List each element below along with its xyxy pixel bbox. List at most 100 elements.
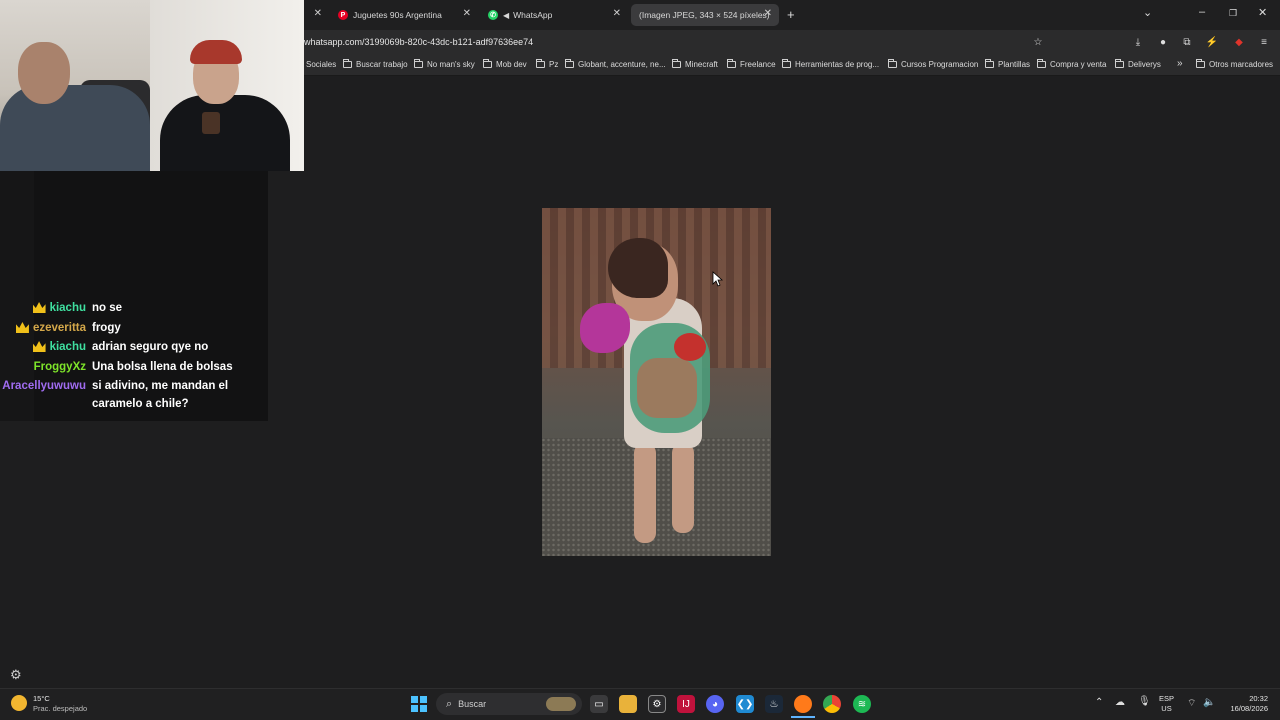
tab-pinterest[interactable]: P Juguetes 90s Argentina ✕ <box>330 4 478 26</box>
folder-icon <box>782 59 791 68</box>
chat-username: Aracellyuwuwu <box>2 380 86 392</box>
close-icon[interactable]: ✕ <box>764 8 772 19</box>
tab-image[interactable]: (Imagen JPEG, 343 × 524 píxeles) ✕ <box>631 4 779 26</box>
bookmark-sociales[interactable]: Sociales <box>306 60 336 69</box>
close-icon[interactable]: ✕ <box>463 8 471 19</box>
bookmark-otros[interactable]: Otros marcadores <box>1196 59 1273 69</box>
menu-icon[interactable]: ≡ <box>1257 36 1271 50</box>
bookmark-deliverys[interactable]: Deliverys <box>1115 59 1161 69</box>
clock[interactable]: 20:32 16/08/2026 <box>1226 694 1268 714</box>
folder-icon <box>483 59 492 68</box>
bookmark-herramientas[interactable]: Herramientas de prog... <box>782 59 880 69</box>
crown-badge-icon <box>32 341 46 352</box>
bookmark-label: Pz <box>549 60 559 69</box>
tab-whatsapp[interactable]: ✆ ◀ WhatsApp ✕ <box>480 4 628 26</box>
ublock-icon[interactable]: ◆ <box>1232 36 1246 50</box>
chat-author: kiachu <box>0 299 92 317</box>
folder-icon <box>536 59 545 68</box>
account-icon[interactable]: ● <box>1156 36 1170 50</box>
close-window-button[interactable]: ✕ <box>1258 6 1267 19</box>
bookmark-pz[interactable]: Pz <box>536 59 559 69</box>
folder-icon <box>565 59 574 68</box>
bookmark-buscar-trabajo[interactable]: Buscar trabajo <box>343 59 408 69</box>
bookmark-label: Compra y venta <box>1050 60 1107 69</box>
chat-text: adrian seguro qye no <box>92 341 209 353</box>
microphone-icon[interactable]: 🎙 <box>1138 696 1151 707</box>
speaker-icon: ◀ <box>503 10 510 20</box>
whatsapp-icon: ✆ <box>488 10 498 20</box>
bookmark-plantillas[interactable]: Plantillas <box>985 59 1031 69</box>
bookmarks-overflow-button[interactable]: » <box>1177 58 1183 69</box>
bookmark-star-icon[interactable]: ☆ <box>1031 36 1045 50</box>
pinterest-icon: P <box>338 10 348 20</box>
bookmark-label: Mob dev <box>496 60 527 69</box>
lang-bottom: US <box>1161 704 1172 713</box>
bookmark-mob-dev[interactable]: Mob dev <box>483 59 527 69</box>
streamer-right-hair <box>190 40 242 64</box>
chat-message: Aracellyuwuwu si adivino, me mandan el c… <box>0 377 268 413</box>
chat-author: FroggyXz <box>0 358 92 376</box>
chat-message: FroggyXz Una bolsa llena de bolsas <box>0 358 268 376</box>
chat-username: kiachu <box>49 302 86 314</box>
photo-toy <box>580 303 630 353</box>
steam-settings-icon[interactable]: ⚙ <box>648 695 666 713</box>
weather-icon[interactable] <box>11 695 27 711</box>
volume-icon[interactable]: 🔈 <box>1203 697 1215 708</box>
chrome-icon[interactable] <box>823 695 841 713</box>
bookmark-cursos[interactable]: Cursos Programacion <box>888 59 978 69</box>
photo-child-hair <box>608 238 668 298</box>
search-icon: ⌕ <box>446 697 453 710</box>
bookmark-minecraft[interactable]: Minecraft <box>672 59 718 69</box>
folder-icon <box>1115 59 1124 68</box>
steam-icon[interactable]: ♨ <box>765 695 783 713</box>
tray-chevron-icon[interactable]: ⌃ <box>1095 697 1103 708</box>
bookmark-label: No man's sky <box>427 60 475 69</box>
restore-button[interactable]: ❐ <box>1229 8 1237 19</box>
chat-author: kiachu <box>0 338 92 356</box>
photo-floor <box>542 438 771 556</box>
minimize-button[interactable]: – <box>1199 6 1205 18</box>
discord-icon[interactable]: ◕ <box>706 695 724 713</box>
translate-icon[interactable]: ⚡ <box>1205 36 1219 50</box>
firefox-icon[interactable] <box>794 695 812 713</box>
bookmark-freelance[interactable]: Freelance <box>727 59 776 69</box>
streamer-right-body <box>160 95 290 171</box>
file-explorer-icon[interactable] <box>619 695 637 713</box>
folder-icon <box>343 59 352 68</box>
tab-list-chevron-icon[interactable]: ⌄ <box>1143 6 1152 19</box>
clock-date: 16/08/2026 <box>1230 704 1268 713</box>
url-field[interactable]: whatsapp.com/3199069b-820c-43dc-b121-adf… <box>304 37 533 47</box>
taskbar <box>0 688 1280 720</box>
language-indicator[interactable]: ESP US <box>1159 694 1174 714</box>
vscode-icon[interactable]: ❮❯ <box>736 695 754 713</box>
new-tab-button[interactable]: + <box>787 7 795 22</box>
weather-widget[interactable]: 15°C Prac. despejado <box>33 694 87 714</box>
bookmark-label: Herramientas de prog... <box>795 60 880 69</box>
bookmark-globant[interactable]: Globant, accenture, ne... <box>565 59 666 69</box>
jetbrains-icon[interactable]: IJ <box>677 695 695 713</box>
active-app-indicator <box>791 716 815 718</box>
chat-username: kiachu <box>49 341 86 353</box>
bookmark-no-mans-sky[interactable]: No man's sky <box>414 59 475 69</box>
photo-child-leg <box>634 443 656 543</box>
chat-author: Aracellyuwuwu <box>0 377 92 413</box>
bookmark-label: Plantillas <box>998 60 1031 69</box>
streamer-left-head <box>18 42 70 104</box>
tray-app-icon[interactable]: ☁ <box>1115 697 1125 708</box>
tab-partial[interactable]: ✕ <box>304 4 328 26</box>
chat-username: FroggyXz <box>33 361 86 373</box>
windows-start-icon[interactable] <box>410 695 428 713</box>
close-icon[interactable]: ✕ <box>613 8 621 19</box>
extensions-icon[interactable]: ⧉ <box>1180 36 1194 50</box>
crown-badge-icon <box>15 322 29 333</box>
spotify-icon[interactable]: ≋ <box>853 695 871 713</box>
taskbar-search[interactable]: ⌕ Buscar <box>436 693 582 715</box>
download-icon[interactable]: ⤓ <box>1131 36 1145 50</box>
wifi-icon[interactable]: ⌔ <box>1187 697 1196 710</box>
bookmark-compra-venta[interactable]: Compra y venta <box>1037 59 1107 69</box>
gear-icon[interactable]: ⚙ <box>10 667 22 683</box>
close-icon[interactable]: ✕ <box>314 8 322 19</box>
streamer-left-body <box>0 85 150 171</box>
folder-icon <box>1196 59 1205 68</box>
task-view-icon[interactable]: ▭ <box>590 695 608 713</box>
